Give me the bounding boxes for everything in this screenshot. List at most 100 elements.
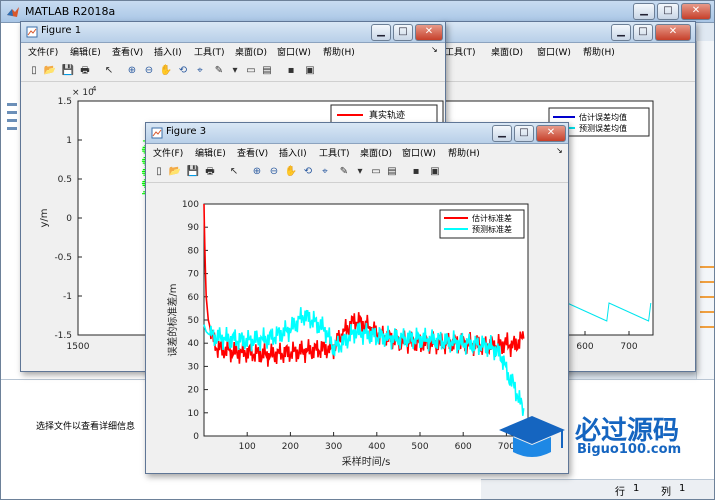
hide-tools-icon[interactable]: ▪ [283,63,299,79]
fig1-menu-help[interactable]: 帮助(H) [323,45,355,58]
figure-icon [151,127,163,139]
fig3-ytick-label: 50 [188,316,200,326]
fig1-maximize-button[interactable]: □ [393,24,413,41]
pan-icon[interactable]: ✋ [158,63,174,79]
fig3-menu-tools[interactable]: 工具(T) [319,146,350,159]
fig3-ytick-label: 100 [182,200,199,210]
fig3-ytick-label: 70 [188,270,200,280]
fig1-menu-desktop[interactable]: 桌面(D) [235,45,267,58]
fig1-minimize-button[interactable]: ▁ [371,24,391,41]
fig3-menu-window[interactable]: 窗口(W) [402,146,436,159]
watermark: 必过源码 Biguo100.com [497,410,707,470]
fig2-menu-tools[interactable]: 工具(T) [445,45,476,58]
pointer-icon[interactable]: ↖ [101,63,117,79]
save-icon[interactable]: 💾 [185,164,201,180]
link-icon[interactable]: ▾ [227,63,243,79]
figure-1-title-bar[interactable]: Figure 1 ▁ □ ✕ [21,22,445,43]
insert-colorbar-icon[interactable]: ▭ [243,63,259,79]
insert-legend-icon[interactable]: ▤ [259,63,275,79]
fig3-menu-view[interactable]: 查看(V) [237,146,268,159]
fig3-menu-edit[interactable]: 编辑(E) [195,146,226,159]
fig1-menu-edit[interactable]: 编辑(E) [70,45,101,58]
insert-colorbar-icon[interactable]: ▭ [368,164,384,180]
fig1-menu-insert[interactable]: 插入(I) [154,45,182,58]
fig1-menu-dock-arrow[interactable]: ↘ [431,45,438,54]
fig2-minimize-button[interactable]: ▁ [611,24,631,41]
fig1-ytick-label: -1.5 [54,331,72,341]
print-icon[interactable]: 🖶 [202,164,218,180]
fig3-menu-file[interactable]: 文件(F) [153,146,183,159]
fig3-ytick-label: 0 [193,432,199,442]
folder-list-icon [7,103,17,130]
fig1-close-button[interactable]: ✕ [415,24,443,41]
link-icon[interactable]: ▾ [352,164,368,180]
fig3-menu-dock-arrow[interactable]: ↘ [556,146,563,155]
fig3-minimize-button[interactable]: ▁ [492,125,512,142]
main-close-button[interactable]: ✕ [681,3,711,20]
zoom-in-icon[interactable]: ⊕ [124,63,140,79]
new-file-icon[interactable]: ▯ [151,164,167,180]
fig1-menu-view[interactable]: 查看(V) [112,45,143,58]
watermark-url: Biguo100.com [577,442,682,457]
zoom-out-icon[interactable]: ⊖ [141,63,157,79]
workspace-rows-icon [700,266,714,328]
figure-3-title-bar[interactable]: Figure 3 ▁ □ ✕ [146,123,568,144]
main-maximize-button[interactable]: □ [657,3,679,20]
fig2-close-button[interactable]: ✕ [655,24,691,41]
open-folder-icon[interactable]: 📂 [42,63,58,79]
insert-legend-icon[interactable]: ▤ [384,164,400,180]
status-row-value: 1 [633,483,640,494]
fig3-legend-label: 预测标准差 [472,224,512,234]
fig3-ytick-label: 10 [188,409,200,419]
new-file-icon[interactable]: ▯ [26,63,42,79]
pan-icon[interactable]: ✋ [283,164,299,180]
graduation-cap-icon [499,416,565,457]
fig3-menu-help[interactable]: 帮助(H) [448,146,480,159]
zoom-out-icon[interactable]: ⊖ [266,164,282,180]
dock-icon[interactable]: ▣ [427,164,443,180]
matlab-logo-icon [7,7,19,17]
fig2-xtick-label: 600 [576,342,593,352]
fig1-menu-window[interactable]: 窗口(W) [277,45,311,58]
fig1-menu-tools[interactable]: 工具(T) [194,45,225,58]
open-folder-icon[interactable]: 📂 [167,164,183,180]
fig2-menu-desktop[interactable]: 桌面(D) [491,45,523,58]
rotate-icon[interactable]: ⟲ [175,63,191,79]
fig3-xtick-label: 500 [411,442,428,452]
fig3-xtick-label: 400 [368,442,385,452]
fig3-maximize-button[interactable]: □ [514,125,534,142]
fig1-xtick-label: 1500 [67,342,90,352]
save-icon[interactable]: 💾 [60,63,76,79]
fig1-menu-file[interactable]: 文件(F) [28,45,58,58]
fig2-menu-help[interactable]: 帮助(H) [583,45,615,58]
figure-3-title: Figure 3 [166,126,207,137]
fig3-toolbar: ▯ 📂 💾 🖶 ↖ ⊕ ⊖ ✋ ⟲ ⌖ ✎ ▾ ▭ ▤ ▪ ▣ [146,161,568,183]
zoom-in-icon[interactable]: ⊕ [249,164,265,180]
brush-icon[interactable]: ✎ [336,164,352,180]
workspace-panel[interactable] [696,41,714,381]
dock-icon[interactable]: ▣ [302,63,318,79]
fig3-axes-box [203,203,529,437]
main-title-bar[interactable]: MATLAB R2018a ▁ □ ✕ [1,1,714,23]
fig3-menu-desktop[interactable]: 桌面(D) [360,146,392,159]
fig2-xtick-label: 700 [620,342,637,352]
fig1-ytick-label: -1 [63,292,72,302]
fig2-legend-label: 预测误差均值 [579,123,627,133]
data-cursor-icon[interactable]: ⌖ [192,63,208,79]
fig2-menu-window[interactable]: 窗口(W) [537,45,571,58]
fig2-maximize-button[interactable]: □ [633,24,653,41]
fig3-xtick-label: 300 [325,442,342,452]
print-icon[interactable]: 🖶 [77,63,93,79]
data-cursor-icon[interactable]: ⌖ [317,164,333,180]
fig3-close-button[interactable]: ✕ [536,125,566,142]
main-minimize-button[interactable]: ▁ [633,3,655,20]
fig3-menu-insert[interactable]: 插入(I) [279,146,307,159]
hide-tools-icon[interactable]: ▪ [408,164,424,180]
status-col-label: 列 [661,487,671,498]
pointer-icon[interactable]: ↖ [226,164,242,180]
figure-2-title-bar[interactable]: ▁ □ ✕ [441,22,695,43]
fig1-ytick-label: 1 [66,136,72,146]
brush-icon[interactable]: ✎ [211,63,227,79]
rotate-icon[interactable]: ⟲ [300,164,316,180]
fig3-ytick-label: 20 [188,386,200,396]
